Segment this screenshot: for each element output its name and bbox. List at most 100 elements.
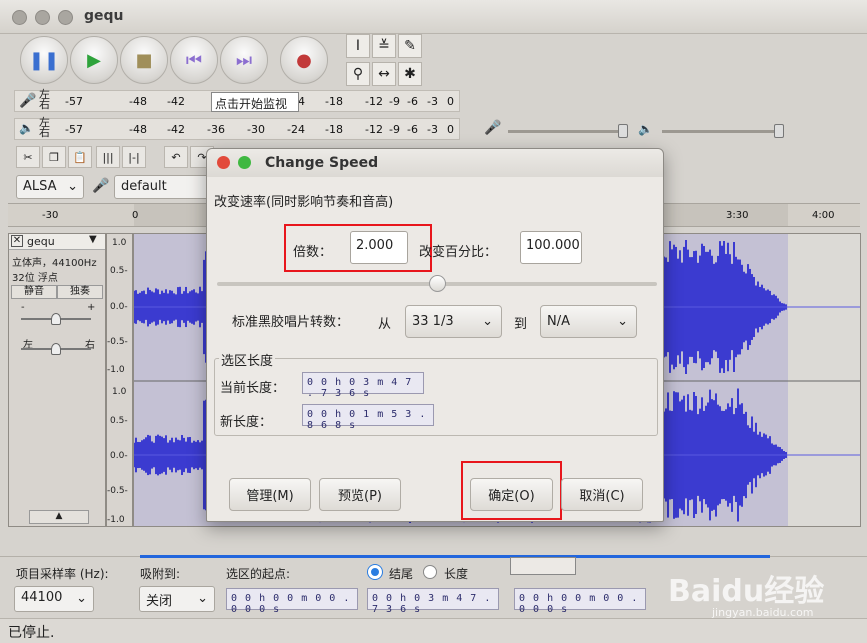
track-header[interactable]: ✕ gequ ▼ (9, 234, 105, 250)
meter-tick: -3 (427, 123, 438, 136)
track-bitdepth: 32位 浮点 (12, 273, 58, 284)
window-title: gequ (84, 8, 124, 24)
paste-button[interactable]: 📋 (68, 146, 92, 168)
stop-button[interactable]: ■ (120, 36, 168, 84)
multiplier-input[interactable]: 2.000 (350, 231, 408, 264)
ytick: -0.5- (107, 486, 128, 496)
to-rpm-select[interactable]: N/A ⌄ (540, 305, 637, 338)
input-device-select[interactable]: default (114, 175, 210, 199)
draw-tool[interactable]: ✎ (398, 34, 422, 58)
new-length-display[interactable]: 0 0 h 0 1 m 5 3 . 8 6 8 s (302, 404, 434, 431)
snap-value: 关闭 (146, 594, 173, 609)
selection-start-label: 选区的起点: (226, 567, 291, 581)
selection-start-display[interactable]: 0 0 h 0 0 m 0 0 . 0 0 0 s (226, 588, 358, 615)
paste-icon: 📋 (73, 150, 87, 164)
audio-host-select[interactable]: ALSA ⌄ (16, 175, 84, 199)
skip-end-icon: ⏭ (235, 49, 253, 71)
chevron-down-icon: ⌄ (67, 179, 78, 194)
timeline-label: -30 (42, 210, 59, 221)
track-control-panel[interactable]: ✕ gequ ▼ 立体声，44100Hz 32位 浮点 静音 独奏 - + 左 … (8, 233, 106, 527)
speed-slider[interactable] (217, 275, 657, 292)
record-button[interactable]: ● (280, 36, 328, 84)
snap-label: 吸附到: (140, 567, 181, 581)
dialog-description: 改变速率(同时影响节奏和音高) (214, 195, 394, 210)
from-rpm-select[interactable]: 33 1/3 ⌄ (405, 305, 502, 338)
ytick: -0.5- (107, 337, 128, 347)
play-icon: ▶ (87, 49, 101, 71)
percent-label: 改变百分比： (419, 245, 498, 260)
end-label: 结尾 (389, 567, 414, 581)
scroll-highlight (140, 555, 770, 558)
meter-tick: 0 (447, 123, 454, 136)
vinyl-label: 标准黑胶唱片转数： (232, 315, 350, 330)
project-rate-select[interactable]: 44100 ⌄ (14, 586, 94, 612)
collapse-track-button[interactable]: ▲ (29, 510, 89, 524)
close-track-icon[interactable]: ✕ (11, 235, 23, 247)
maximize-window-button[interactable] (58, 10, 73, 25)
dialog-maximize-button[interactable] (238, 156, 251, 169)
snap-select[interactable]: 关闭 ⌄ (139, 586, 215, 612)
skip-end-button[interactable]: ⏭ (220, 36, 268, 84)
meter-tick: -18 (325, 95, 343, 108)
ok-button[interactable]: 确定(O) (470, 478, 553, 511)
skip-start-button[interactable]: ⏮ (170, 36, 218, 84)
slider-thumb[interactable] (618, 124, 628, 138)
preview-button[interactable]: 预览(P) (319, 478, 401, 511)
end-radio[interactable] (368, 565, 382, 579)
minimize-window-button[interactable] (35, 10, 50, 25)
meter-tick: -3 (427, 95, 438, 108)
audio-position-display[interactable]: 0 0 h 0 0 m 0 0 . 0 0 0 s (514, 588, 646, 615)
meter-tick: -9 (389, 95, 400, 108)
envelope-tool[interactable]: ≚ (372, 34, 396, 58)
percent-input[interactable]: 100.000 (520, 231, 582, 264)
selection-tool[interactable]: I (346, 34, 370, 58)
slider-thumb[interactable] (51, 343, 61, 355)
project-rate-value: 44100 (21, 590, 63, 605)
meter-tick: -36 (207, 123, 225, 136)
length-radio[interactable] (423, 565, 437, 579)
cut-button[interactable]: ✂ (16, 146, 40, 168)
play-button[interactable]: ▶ (70, 36, 118, 84)
undo-button[interactable]: ↶ (164, 146, 188, 168)
slider-thumb[interactable] (429, 275, 446, 292)
selection-end-display[interactable]: 0 0 h 0 3 m 4 7 . 7 3 6 s (367, 588, 499, 615)
pan-slider[interactable] (21, 343, 91, 355)
solo-button[interactable]: 独奏 (57, 285, 103, 299)
trim-button[interactable]: ||| (96, 146, 120, 168)
monitor-tooltip: 点击开始监视 (211, 92, 299, 112)
multi-tool[interactable]: ✱ (398, 62, 422, 86)
ibeam-icon: I (355, 38, 361, 54)
mixer-mic-icon: 🎤 (484, 120, 502, 136)
track-menu-icon[interactable]: ▼ (89, 234, 97, 245)
ytick: 0.5- (110, 416, 128, 426)
recording-meter[interactable]: 🎤 左 右 -57 -48 -42 4 -18 -12 -9 -6 -3 0 点… (14, 88, 460, 112)
horizontal-scrollbar-thumb[interactable] (510, 557, 576, 575)
slider-thumb[interactable] (51, 313, 61, 325)
meter-tick: -18 (325, 123, 343, 136)
dialog-titlebar: Change Speed (207, 149, 663, 177)
rec-lr-label: 左 右 (39, 88, 50, 111)
cancel-button[interactable]: 取消(C) (561, 478, 643, 511)
timeshift-tool[interactable]: ↔ (372, 62, 396, 86)
manage-button[interactable]: 管理(M) (229, 478, 311, 511)
mute-button[interactable]: 静音 (11, 285, 57, 299)
pause-button[interactable]: ❚❚ (20, 36, 68, 84)
output-volume-slider[interactable] (662, 124, 784, 138)
record-icon: ● (296, 49, 312, 71)
scissors-icon: ✂ (23, 150, 33, 164)
change-speed-dialog[interactable]: Change Speed 改变速率(同时影响节奏和音高) 倍数： 2.000 改… (206, 148, 664, 522)
silence-button[interactable]: |-| (122, 146, 146, 168)
zoom-tool[interactable]: ⚲ (346, 62, 370, 86)
status-text: 已停止. (8, 625, 55, 641)
pencil-icon: ✎ (404, 38, 416, 54)
copy-icon: ❐ (49, 150, 59, 164)
dialog-close-button[interactable] (217, 156, 230, 169)
slider-thumb[interactable] (774, 124, 784, 138)
input-volume-slider[interactable] (508, 124, 628, 138)
ytick: 1.0 (112, 387, 127, 397)
playback-meter[interactable]: 🔈 左 右 -57 -48 -42 -36 -30 -24 -18 -12 -9… (14, 117, 460, 140)
copy-button[interactable]: ❐ (42, 146, 66, 168)
gain-slider[interactable] (21, 313, 91, 325)
meter-tick: -57 (65, 95, 83, 108)
close-window-button[interactable] (12, 10, 27, 25)
